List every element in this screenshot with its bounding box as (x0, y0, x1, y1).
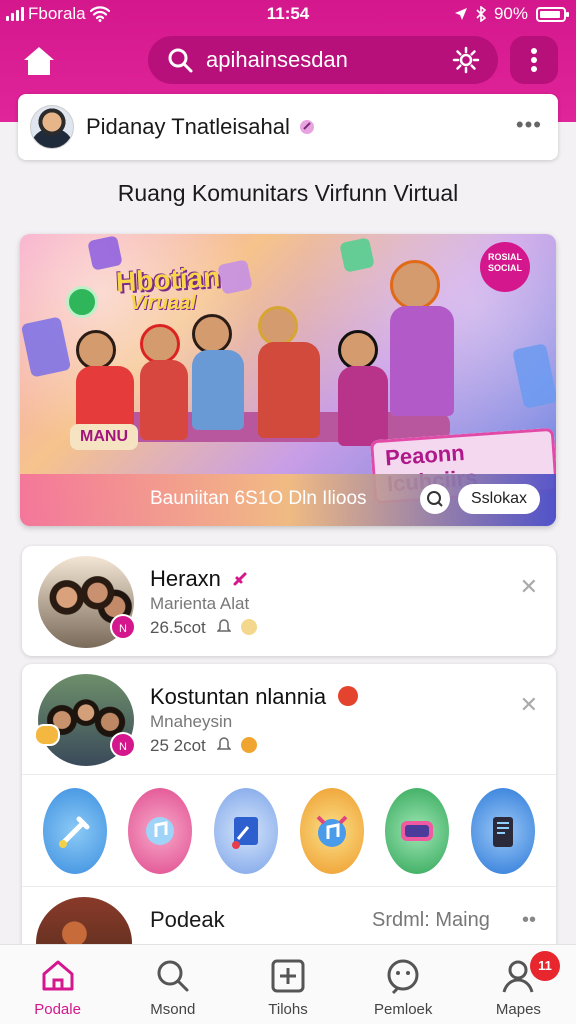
banner-subtitle: Viruaal (130, 292, 196, 314)
banner-character (338, 330, 388, 446)
banner-caption: Bauniitan 6S1O Dln Ilioos (150, 488, 367, 509)
banner-character (258, 306, 320, 438)
nav-search[interactable]: Msond (115, 945, 230, 1024)
community-title: Podeak (150, 907, 225, 932)
gear-icon[interactable] (452, 46, 480, 74)
community-title-text: Heraxn (150, 566, 221, 591)
community-card-header: N Heraxn Marienta Alat 26.5cot ✕ (22, 546, 556, 656)
music-glyph (146, 816, 175, 845)
page-title: Ruang Komunitars Virfunn Virtual (117, 180, 459, 206)
banner-character (192, 314, 244, 430)
avatar[interactable] (30, 105, 74, 149)
status-dot-icon (241, 619, 258, 635)
device-glyph (493, 816, 514, 847)
community-card[interactable]: N Kostuntan nlannia Mnaheysin 25 2cot ✕ (22, 664, 556, 964)
close-icon[interactable]: ✕ (520, 692, 538, 718)
flame-icon (338, 686, 359, 706)
home-button[interactable] (18, 40, 60, 82)
banner-circle-button[interactable] (420, 484, 450, 514)
more-options-button[interactable]: •• (522, 909, 536, 932)
sparkle-icon (299, 120, 314, 134)
nav-label: Podale (34, 1001, 81, 1018)
close-icon[interactable]: ✕ (520, 574, 538, 600)
nav-create[interactable]: Tilohs (230, 945, 345, 1024)
banner-left-label: MANU (70, 424, 138, 450)
community-meta: 26.5cot (150, 618, 258, 638)
bluetooth-icon (476, 6, 486, 22)
home-icon (42, 960, 74, 991)
community-subtitle: Marienta Alat (150, 594, 250, 613)
banner-pill-button[interactable]: Sslokax (458, 484, 540, 514)
nav-label: Tilohs (268, 1001, 308, 1018)
music-note-app-icon[interactable] (299, 787, 364, 874)
community-badge: N (110, 614, 136, 640)
location-icon (454, 8, 467, 20)
profile-name: Pidanay Tnatleisahal (86, 114, 290, 139)
brush-glyph (58, 816, 90, 848)
music-app-icon[interactable] (128, 787, 193, 874)
banner-character (390, 260, 454, 416)
community-title: Kostuntan nlannia (150, 684, 359, 710)
profile-card[interactable]: Pidanay Tnatleisahal ••• (18, 94, 558, 160)
community-card-header: N Kostuntan nlannia Mnaheysin 25 2cot ✕ (22, 664, 556, 774)
banner-footer: Bauniitan 6S1O Dln Ilioos Sslokax (20, 474, 556, 526)
community-title: Heraxn (150, 566, 249, 592)
chat-icon (387, 959, 419, 995)
book-glyph (232, 816, 259, 849)
community-member-count: 26.5cot (150, 618, 206, 637)
nav-label: Mapes (495, 1001, 541, 1018)
bell-icon (215, 619, 232, 632)
floating-tile (339, 237, 375, 273)
nav-home[interactable]: Podale (0, 945, 115, 1024)
battery-percent: 90% (493, 4, 528, 23)
games-glyph (401, 820, 434, 841)
more-options-button[interactable]: ••• (516, 112, 542, 138)
community-meta: 25 2cot (150, 736, 258, 756)
notification-badge: 11 (530, 951, 561, 981)
search-bar[interactable] (148, 36, 498, 84)
community-card[interactable]: N Heraxn Marienta Alat 26.5cot ✕ (22, 546, 556, 656)
floating-tile (217, 259, 253, 295)
hero-banner[interactable]: Hbotian Viruaal ROSIAL SOCIAL MANU Peaon… (20, 234, 556, 526)
bell-icon (215, 737, 232, 750)
more-menu-button[interactable] (510, 36, 558, 84)
nav-label: Msond (150, 1001, 196, 1018)
home-icon (24, 47, 54, 75)
community-title-text: Kostuntan nlannia (150, 684, 327, 709)
community-badge: N (110, 732, 136, 758)
nav-chat[interactable]: Pemloek (346, 945, 461, 1024)
search-input[interactable] (206, 47, 436, 73)
device-app-icon[interactable] (471, 787, 536, 874)
status-bar: Fborala 11:54 90% (0, 0, 576, 28)
music-note-glyph (316, 815, 348, 847)
rocket-icon (233, 572, 247, 586)
banner-corner-badge: ROSIAL SOCIAL (480, 242, 530, 292)
app-shortcuts-row (22, 774, 556, 886)
community-right-text: Srdml: Maing (372, 909, 490, 931)
brush-app-icon[interactable] (42, 787, 107, 874)
status-right: 90% (454, 4, 569, 24)
battery-icon (536, 6, 569, 22)
chat-bubble-icon (34, 724, 60, 746)
bottom-navigation: Podale Msond Tilohs Pemloek Mapes 11 (0, 944, 576, 1024)
banner-character (140, 324, 188, 440)
shield-icon (66, 286, 98, 318)
nav-label: Pemloek (374, 1001, 433, 1018)
nav-profile[interactable]: Mapes 11 (461, 945, 576, 1024)
search-icon (168, 48, 193, 73)
add-icon (271, 959, 305, 993)
games-app-icon[interactable] (385, 787, 450, 874)
community-card-partial[interactable]: Podeak Srdml: Maing •• (22, 886, 556, 964)
search-small-icon (427, 491, 443, 507)
community-member-count: 25 2cot (150, 736, 206, 755)
book-app-icon[interactable] (214, 787, 279, 874)
search-icon (157, 960, 189, 992)
status-dot-icon (241, 737, 258, 753)
floating-tile (87, 235, 123, 271)
community-subtitle: Mnaheysin (150, 712, 233, 731)
kebab-menu-icon (531, 48, 537, 72)
